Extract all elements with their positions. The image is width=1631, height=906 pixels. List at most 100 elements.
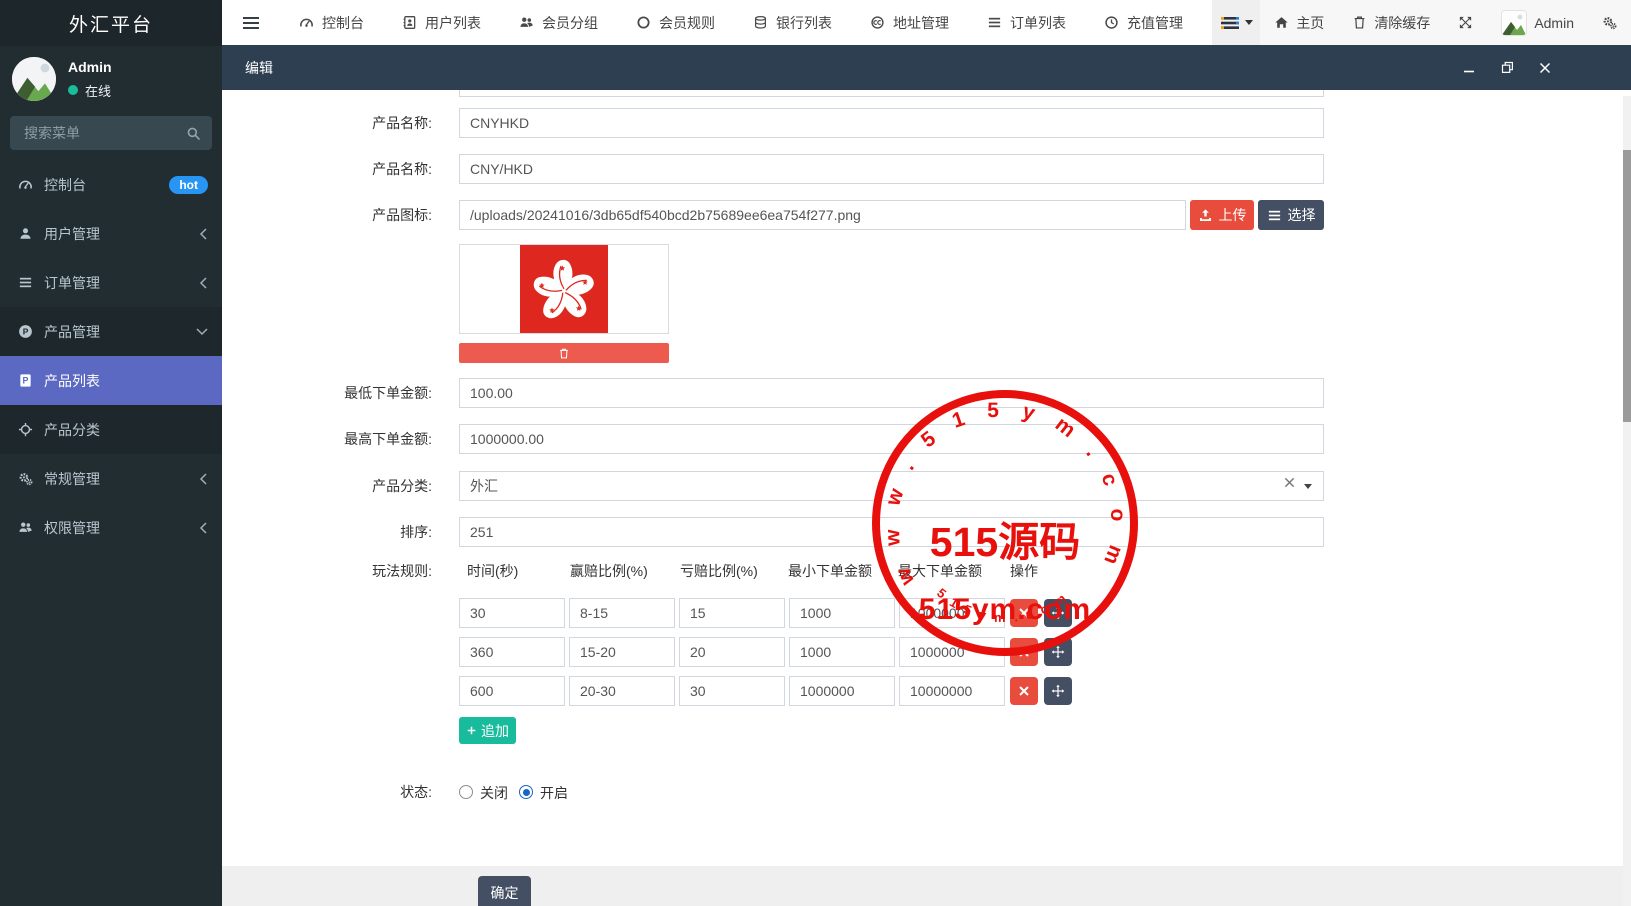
rules-col-header: 最小下单金额 <box>788 562 872 580</box>
sidebar-item-product-list[interactable]: P 产品列表 <box>0 356 222 405</box>
trash-icon <box>1352 15 1367 30</box>
dialog-titlebar: 编辑 <box>222 45 1631 90</box>
move-rule-button[interactable] <box>1044 677 1072 705</box>
field-label: 最高下单金额: <box>222 424 432 454</box>
remove-rule-button[interactable] <box>1010 599 1038 627</box>
rule-loss-ratio-input[interactable] <box>679 598 785 628</box>
chevron-left-icon <box>199 277 208 289</box>
menu-dropdown-toggle[interactable] <box>1212 0 1260 45</box>
rules-col-header: 操作 <box>1010 562 1038 580</box>
rule-min-input[interactable] <box>789 598 895 628</box>
edit-form: 产品名称: 产品名称: 产品图标: 上传 选择 最低下单金额: <box>222 90 1631 906</box>
cogs-icon <box>1602 15 1617 30</box>
close-button[interactable] <box>1537 60 1553 76</box>
move-arrows-icon <box>1051 606 1065 620</box>
upload-icon <box>1198 208 1213 223</box>
partial-input-top[interactable] <box>459 90 1324 97</box>
nav-item-member-rules[interactable]: 会员规则 <box>617 0 734 45</box>
sidebar-item-general[interactable]: 常规管理 <box>0 454 222 503</box>
sidebar-item-orders[interactable]: 订单管理 <box>0 258 222 307</box>
category-select[interactable]: 外汇 <box>459 471 1324 501</box>
hamburger-icon <box>243 14 259 32</box>
plus-icon <box>466 725 477 736</box>
rule-loss-ratio-input[interactable] <box>679 676 785 706</box>
svg-text:P: P <box>23 327 29 337</box>
sidebar-item-users[interactable]: 用户管理 <box>0 209 222 258</box>
rule-win-ratio-input[interactable] <box>569 598 675 628</box>
nav-item-member-groups[interactable]: 会员分组 <box>500 0 617 45</box>
nav-item-address[interactable]: 地址管理 <box>851 0 968 45</box>
nav-item-order-list[interactable]: 订单列表 <box>968 0 1085 45</box>
product-icon-path-input[interactable] <box>459 200 1186 230</box>
remove-rule-button[interactable] <box>1010 677 1038 705</box>
clear-selection-icon[interactable] <box>1284 477 1295 488</box>
crosshair-icon <box>18 422 33 437</box>
move-rule-button[interactable] <box>1044 599 1072 627</box>
account-menu[interactable]: Admin <box>1487 0 1588 45</box>
rule-max-input[interactable] <box>899 676 1005 706</box>
product-code-input[interactable] <box>459 108 1324 138</box>
sidebar: 外汇平台 Admin 在线 控制台 hot 用户管理 <box>0 0 222 906</box>
x-icon <box>1018 646 1030 658</box>
status-off-label[interactable]: 关闭 <box>480 785 508 801</box>
upload-button[interactable]: 上传 <box>1190 200 1254 230</box>
page-scrollbar[interactable] <box>1623 96 1631 906</box>
field-label: 最低下单金额: <box>222 378 432 408</box>
scrollbar-thumb[interactable] <box>1623 150 1631 422</box>
hk-flag-image <box>520 245 608 333</box>
status-on-radio[interactable] <box>519 785 533 799</box>
sidebar-item-dashboard[interactable]: 控制台 hot <box>0 160 222 209</box>
maximize-button[interactable] <box>1499 60 1515 76</box>
colored-hamburger-icon <box>1220 15 1240 31</box>
max-amount-input[interactable] <box>459 424 1324 454</box>
field-label: 状态: <box>222 777 432 807</box>
sidebar-item-permissions[interactable]: 权限管理 <box>0 503 222 552</box>
sort-input[interactable] <box>459 517 1324 547</box>
confirm-button[interactable]: 确定 <box>478 876 531 906</box>
settings-button[interactable] <box>1588 0 1631 45</box>
x-icon <box>1018 607 1030 619</box>
nav-item-bank-list[interactable]: 银行列表 <box>734 0 851 45</box>
rule-max-input[interactable] <box>899 637 1005 667</box>
min-amount-input[interactable] <box>459 378 1324 408</box>
nav-item-dashboard[interactable]: 控制台 <box>280 0 383 45</box>
sidebar-item-product-category[interactable]: 产品分类 <box>0 405 222 454</box>
remove-rule-button[interactable] <box>1010 638 1038 666</box>
product-name-input[interactable] <box>459 154 1324 184</box>
field-label: 产品名称: <box>222 154 432 184</box>
trash-icon <box>558 347 570 360</box>
rule-time-input[interactable] <box>459 598 565 628</box>
rule-max-input[interactable] <box>899 598 1005 628</box>
rule-win-ratio-input[interactable] <box>569 676 675 706</box>
circle-icon <box>636 15 651 30</box>
rule-loss-ratio-input[interactable] <box>679 637 785 667</box>
rule-min-input[interactable] <box>789 676 895 706</box>
choose-button[interactable]: 选择 <box>1258 200 1324 230</box>
search-icon[interactable] <box>178 118 208 148</box>
sidebar-toggle-button[interactable] <box>222 0 280 45</box>
move-arrows-icon <box>1051 645 1065 659</box>
search-input[interactable] <box>22 124 178 142</box>
rule-time-input[interactable] <box>459 676 565 706</box>
add-rule-button[interactable]: 追加 <box>459 717 516 744</box>
sidebar-item-product-management[interactable]: P 产品管理 <box>0 307 222 356</box>
nav-item-user-list[interactable]: 用户列表 <box>383 0 500 45</box>
fullscreen-button[interactable] <box>1444 0 1487 45</box>
chevron-left-icon <box>199 522 208 534</box>
clear-cache-button[interactable]: 清除缓存 <box>1338 0 1444 45</box>
move-rule-button[interactable] <box>1044 638 1072 666</box>
rule-min-input[interactable] <box>789 637 895 667</box>
minimize-button[interactable] <box>1461 60 1477 76</box>
delete-image-button[interactable] <box>459 343 669 363</box>
rule-time-input[interactable] <box>459 637 565 667</box>
nav-item-recharge[interactable]: 充值管理 <box>1085 0 1202 45</box>
navbar-right: 主页 清除缓存 Admin <box>1212 0 1631 45</box>
status-on-label[interactable]: 开启 <box>540 785 568 801</box>
top-navbar: 控制台 用户列表 会员分组 会员规则 银行列表 地址管理 订单列表 充值管理 主… <box>222 0 1631 45</box>
sidebar-group-products: P 产品管理 P 产品列表 产品分类 <box>0 307 222 454</box>
user-status: 在线 <box>68 81 112 100</box>
status-off-radio[interactable] <box>459 785 473 799</box>
rule-win-ratio-input[interactable] <box>569 637 675 667</box>
home-button[interactable]: 主页 <box>1260 0 1338 45</box>
list-icon <box>18 275 33 290</box>
